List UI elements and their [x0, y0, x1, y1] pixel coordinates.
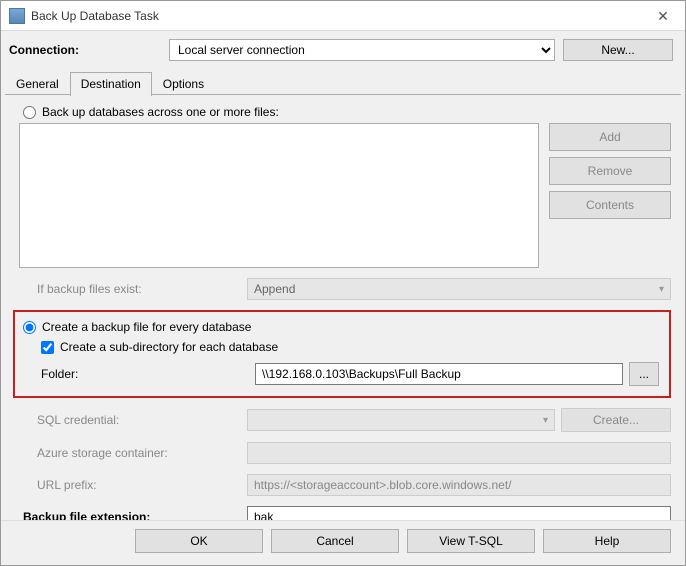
- connection-label: Connection:: [9, 43, 161, 57]
- extension-input[interactable]: [247, 506, 671, 520]
- radio-across-files-row: Back up databases across one or more fil…: [23, 105, 671, 119]
- tab-destination[interactable]: Destination: [70, 72, 152, 96]
- browse-folder-button[interactable]: ...: [629, 362, 659, 386]
- cancel-button[interactable]: Cancel: [271, 529, 399, 553]
- radio-across-files-label: Back up databases across one or more fil…: [42, 105, 279, 119]
- if-exist-row: If backup files exist: Append ▾: [37, 278, 671, 300]
- if-exist-value: Append: [254, 282, 295, 296]
- subdir-label: Create a sub-directory for each database: [60, 340, 278, 354]
- connection-row: Connection: Local server connection New.…: [1, 31, 685, 71]
- folder-row: Folder: ...: [41, 362, 659, 386]
- folder-input[interactable]: [255, 363, 623, 385]
- create-credential-button: Create...: [561, 408, 671, 432]
- titlebar: Back Up Database Task ✕: [1, 1, 685, 31]
- chevron-down-icon: ▾: [543, 415, 548, 426]
- azure-container-row: Azure storage container:: [37, 442, 671, 464]
- radio-per-db-row: Create a backup file for every database: [23, 320, 659, 334]
- tab-options[interactable]: Options: [152, 72, 215, 96]
- folder-label: Folder:: [41, 367, 255, 381]
- window-title: Back Up Database Task: [31, 9, 641, 23]
- subdir-row: Create a sub-directory for each database: [41, 340, 659, 354]
- add-button: Add: [549, 123, 671, 151]
- close-button[interactable]: ✕: [641, 1, 685, 31]
- highlight-box: Create a backup file for every database …: [13, 310, 671, 398]
- files-section: Add Remove Contents: [19, 123, 671, 268]
- sql-credential-label: SQL credential:: [37, 413, 247, 427]
- view-tsql-button[interactable]: View T-SQL: [407, 529, 535, 553]
- ok-button[interactable]: OK: [135, 529, 263, 553]
- url-prefix-label: URL prefix:: [37, 478, 247, 492]
- app-icon: [9, 8, 25, 24]
- contents-button: Contents: [549, 191, 671, 219]
- if-exist-select: Append ▾: [247, 278, 671, 300]
- sql-credential-row: SQL credential: ▾ Create...: [37, 408, 671, 432]
- connection-select[interactable]: Local server connection: [169, 39, 555, 61]
- extension-row: Backup file extension:: [23, 506, 671, 520]
- dialog-window: Back Up Database Task ✕ Connection: Loca…: [0, 0, 686, 566]
- tab-body: Back up databases across one or more fil…: [1, 95, 685, 520]
- help-button[interactable]: Help: [543, 529, 671, 553]
- radio-per-db[interactable]: [23, 321, 36, 334]
- radio-per-db-label: Create a backup file for every database: [42, 320, 251, 334]
- tab-general[interactable]: General: [5, 72, 70, 96]
- extension-label: Backup file extension:: [23, 510, 247, 520]
- files-listbox[interactable]: [19, 123, 539, 268]
- subdir-checkbox[interactable]: [41, 341, 54, 354]
- remove-button: Remove: [549, 157, 671, 185]
- radio-across-files[interactable]: [23, 106, 36, 119]
- new-connection-button[interactable]: New...: [563, 39, 673, 61]
- url-prefix-input: https://<storageaccount>.blob.core.windo…: [247, 474, 671, 496]
- if-exist-label: If backup files exist:: [37, 282, 247, 296]
- azure-container-label: Azure storage container:: [37, 446, 247, 460]
- azure-container-input: [247, 442, 671, 464]
- sql-credential-select: ▾: [247, 409, 555, 431]
- button-bar: OK Cancel View T-SQL Help: [1, 520, 685, 565]
- tabstrip: General Destination Options: [1, 71, 685, 95]
- files-buttons: Add Remove Contents: [549, 123, 671, 268]
- chevron-down-icon: ▾: [659, 284, 664, 295]
- url-prefix-row: URL prefix: https://<storageaccount>.blo…: [37, 474, 671, 496]
